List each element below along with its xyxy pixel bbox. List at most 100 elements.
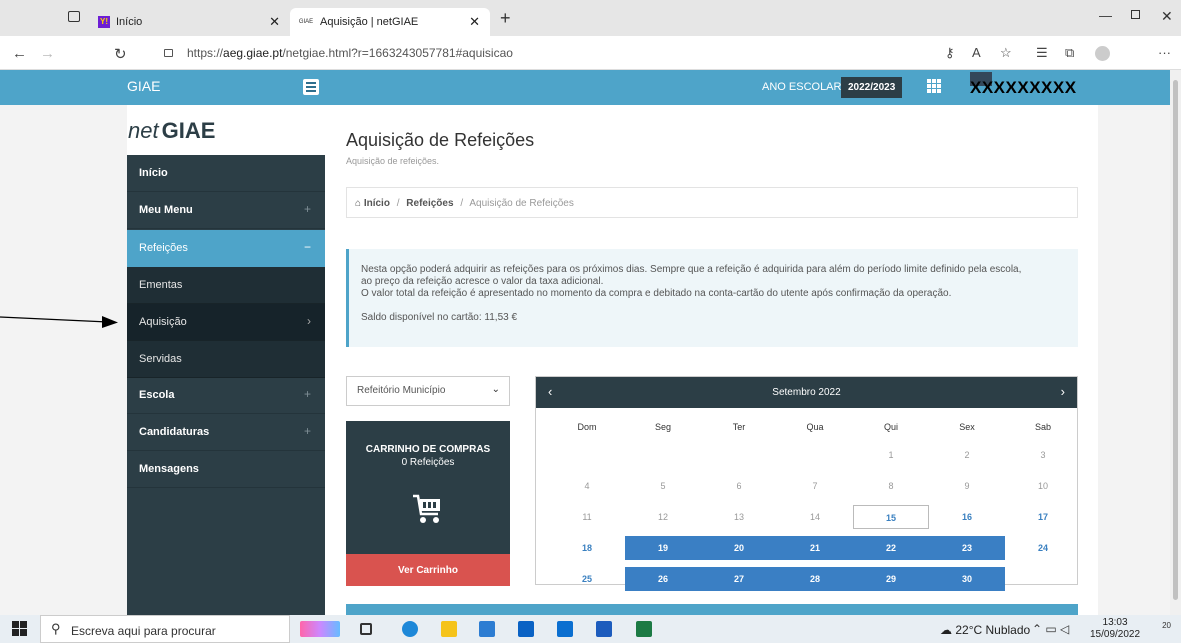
sidebar-item-escola[interactable]: Escola + [127,377,325,414]
calendar-day[interactable]: 6 [701,474,777,498]
weather-text: 22°C Nublado [955,623,1031,637]
weekday-header: Sab [1034,422,1051,432]
sidebar-item-aquisicao[interactable]: Aquisição › [127,304,325,341]
clock-date: 15/09/2022 [1090,629,1141,640]
calendar-day[interactable]: 24 [1005,536,1081,560]
yahoo-favicon-icon: Y! [98,16,110,28]
more-options-icon[interactable]: ··· [1158,45,1171,60]
calendar-day[interactable]: 28 [777,567,853,591]
calendar-day[interactable]: 25 [549,567,625,591]
close-window-icon[interactable]: ✕ [1161,8,1173,25]
tab-close-icon[interactable]: ✕ [269,14,280,30]
calendar-day[interactable]: 26 [625,567,701,591]
windows-start-icon[interactable] [0,615,40,643]
tab-title: Aquisição | netGIAE [320,16,419,28]
cloud-icon: ☁ [940,623,952,637]
excel-icon[interactable] [636,621,652,637]
lock-icon [164,49,173,57]
calendar-day[interactable]: 16 [929,505,1005,529]
menu-toggle-icon[interactable] [303,79,319,95]
profile-avatar[interactable] [1095,46,1110,61]
scrollbar-thumb[interactable] [1173,80,1178,600]
chevron-right-icon[interactable]: › [1061,384,1065,399]
calendar-day[interactable]: 5 [625,474,701,498]
sidebar-item-servidas[interactable]: Servidas [127,341,325,378]
task-view-icon[interactable] [360,623,372,635]
calendar-day[interactable]: 1 [853,443,929,467]
word-icon[interactable] [596,621,612,637]
key-icon[interactable]: ⚷ [945,45,955,61]
favorite-icon[interactable]: ☆ [1000,45,1012,61]
calendar-day[interactable]: 29 [853,567,929,591]
calendar-day[interactable]: 7 [777,474,853,498]
favorites-list-icon[interactable]: ☰ [1036,45,1048,61]
sidebar-item-mensagens[interactable]: Mensagens [127,451,325,488]
calendar-day[interactable]: 18 [549,536,625,560]
app-header: GIAE ANO ESCOLAR 2022/2023 XXXXXXXXX [0,70,1170,105]
tab-actions-icon[interactable] [68,11,80,22]
view-cart-button[interactable]: Ver Carrinho [346,554,510,586]
url-host: aeg.giae.pt [223,46,283,60]
calendar-day[interactable]: 10 [1005,474,1081,498]
breadcrumb-home[interactable]: Início [364,198,390,209]
tab-close-icon[interactable]: ✕ [469,14,480,30]
calendar-day[interactable]: 19 [625,536,701,560]
taskbar-search[interactable]: ⚲ Escreva aqui para procurar [40,615,290,643]
restaurant-select[interactable]: Refeitório Município ⌄ [346,376,510,406]
mail-icon[interactable] [518,621,534,637]
calendar-day[interactable]: 11 [549,505,625,529]
user-name[interactable]: XXXXXXXXX [970,78,1077,98]
calendar-day[interactable]: 4 [549,474,625,498]
calendar-day[interactable]: 14 [777,505,853,529]
calendar-day[interactable]: 12 [625,505,701,529]
tab-aquisicao[interactable]: GIAE Aquisição | netGIAE ✕ [290,8,490,36]
file-explorer-icon[interactable] [441,621,457,637]
calendar-day[interactable]: 22 [853,536,929,560]
sidebar-item-refeicoes[interactable]: Refeições − [127,230,325,267]
sidebar-item-meu-menu[interactable]: Meu Menu + [127,192,325,229]
read-aloud-icon[interactable]: A [972,45,981,60]
tab-inicio[interactable]: Y! Início ✕ [90,8,290,36]
sidebar-item-candidaturas[interactable]: Candidaturas + [127,414,325,451]
search-highlight-icon[interactable] [300,621,340,637]
forward-icon[interactable]: → [40,45,55,62]
edge-icon[interactable] [402,621,418,637]
logo-main: GIAE [161,118,216,143]
calendar-day[interactable]: 23 [929,536,1005,560]
apps-grid-icon[interactable] [927,79,941,93]
calendar-day[interactable]: 2 [929,443,1005,467]
sidebar-item-inicio[interactable]: Início [127,155,325,192]
refresh-icon[interactable]: ↻ [114,45,127,63]
clock[interactable]: 13:03 15/09/2022 [1090,617,1140,641]
minimize-icon[interactable]: — [1099,8,1112,23]
calendar-day[interactable]: 20 [701,536,777,560]
calendar-day[interactable]: 15 [853,505,929,529]
expand-icon: + [303,202,311,216]
breadcrumb-refeicoes[interactable]: Refeições [406,198,453,209]
calendar-day[interactable]: 9 [929,474,1005,498]
calendar-day[interactable]: 17 [1005,505,1081,529]
calendar-day[interactable]: 21 [777,536,853,560]
notifications-icon[interactable]: 20 [1153,621,1171,637]
scrollbar[interactable] [1170,70,1181,615]
outlook-icon[interactable] [557,621,573,637]
url-field[interactable]: https://aeg.giae.pt/netgiae.html?r=16632… [187,46,513,60]
store-icon[interactable] [479,621,495,637]
calendar-day[interactable]: 27 [701,567,777,591]
calendar-day[interactable]: 13 [701,505,777,529]
sidebar-item-label: Mensagens [139,463,199,475]
weather-widget[interactable]: ☁ 22°C Nublado [940,623,1030,637]
cart-count: 0 Refeições [401,457,455,468]
restore-icon[interactable] [1131,10,1140,19]
calendar-day[interactable]: 3 [1005,443,1081,467]
sidebar-item-ementas[interactable]: Ementas [127,267,325,304]
expand-icon: + [303,387,311,401]
info-text: ao preço da refeição acresce o valor da … [361,276,604,287]
collections-icon[interactable]: ⧉ [1065,45,1074,61]
calendar-day[interactable]: 8 [853,474,929,498]
calendar-day[interactable]: 30 [929,567,1005,591]
school-year-value[interactable]: 2022/2023 [841,77,903,98]
new-tab-icon[interactable]: + [500,8,511,29]
tray-icons[interactable]: ⌃ ▭ ◁ [1032,622,1069,636]
back-icon[interactable]: ← [12,45,27,62]
